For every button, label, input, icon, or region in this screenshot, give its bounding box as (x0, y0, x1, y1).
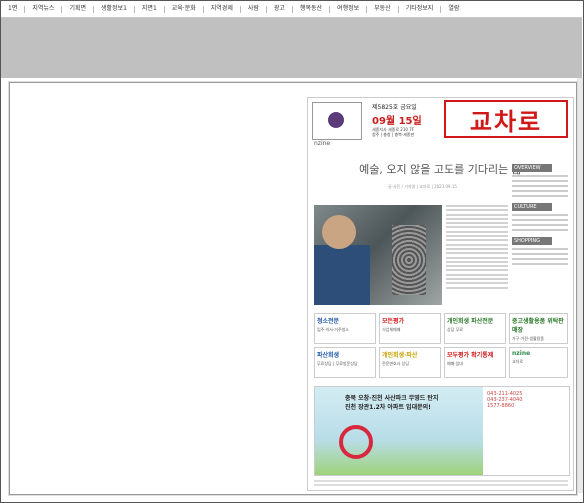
issue-detail: 청주 | 충청 | 충북·세종판 (372, 132, 415, 137)
section-menu-bar: 1면 지역뉴스 기획면 생활정보1 지면1 교육·문화 지역경제 사람 광고 행… (1, 1, 582, 18)
brand-text: 교차로 (469, 107, 543, 136)
issue-info: 제5825호 금요일 09월 15일 세종지사 세종로 210 7F 청주 | … (372, 102, 422, 137)
vertical-scrollbar[interactable] (577, 78, 583, 493)
page-viewer: 제5825호 금요일 09월 15일 세종지사 세종로 210 7F 청주 | … (9, 82, 577, 495)
ad-box[interactable]: 중고생활용품 위탁판매장 가구·가전·생활용품 (509, 313, 568, 344)
menu-item[interactable]: 부동산 (367, 1, 398, 17)
banner-contact: 043-211-4025 043-237-4040 1577-8860 (483, 387, 569, 475)
banner-text: 충북 오창·진천 사산파크 무영드 탄지 (345, 395, 439, 402)
ad-box[interactable]: 청소전문 입주·이사·거주청소 (314, 313, 376, 344)
mascot-ad (312, 102, 362, 140)
menu-item[interactable]: 열람 (441, 1, 466, 17)
phone-number: 1577-8860 (487, 403, 515, 409)
side-label[interactable]: OVERVIEW (512, 164, 552, 172)
ad-box[interactable]: 파산회생 무료상담 | 무료방문상담 (314, 347, 376, 378)
ad-box[interactable]: nzine 교차로 (509, 347, 568, 378)
article-body (446, 205, 508, 305)
menu-item[interactable]: 1면 (1, 1, 24, 17)
ad-box[interactable]: 모든평가 식업체매매 (379, 313, 441, 344)
mascot-icon (328, 112, 344, 128)
menu-item[interactable]: 생활정보1 (94, 1, 134, 17)
side-column: OVERVIEW CULTURE SHOPPING (512, 158, 568, 310)
banner-text: 진천 장관1.2차 아파트 입대문의! (345, 404, 431, 411)
person-figure (314, 245, 370, 305)
side-label[interactable]: CULTURE (512, 203, 552, 211)
menu-item[interactable]: 지역경제 (204, 1, 240, 17)
menu-item[interactable]: 광고 (267, 1, 292, 17)
side-label[interactable]: SHOPPING (512, 237, 552, 245)
article-photo[interactable] (314, 205, 442, 305)
menu-item[interactable]: 여행정보 (330, 1, 366, 17)
menu-item[interactable]: 사람 (241, 1, 266, 17)
ad-box[interactable]: 모두평가 확기통제 매매·임대 (444, 347, 506, 378)
menu-item[interactable]: 지면1 (135, 1, 164, 17)
ad-box[interactable]: 개인회생 파산전문 상담 무료 (444, 313, 506, 344)
menu-item[interactable]: 지역뉴스 (25, 1, 61, 17)
menu-item[interactable]: 기타정보지 (399, 1, 441, 17)
toolbar-area (1, 18, 582, 78)
newspaper-logo: 교차로 (444, 100, 568, 138)
page-footer (314, 478, 568, 486)
apartment-banner-ad[interactable]: 충북 오창·진천 사산파크 무영드 탄지 진천 장관1.2차 아파트 입대문의!… (314, 386, 570, 476)
menu-item[interactable]: 행복동산 (293, 1, 329, 17)
issue-number: 제5825호 금요일 (372, 104, 417, 111)
nzine-label: nzine (314, 140, 331, 147)
issue-date: 09월 15일 (372, 116, 422, 127)
heart-sculpture-icon (339, 425, 373, 459)
banner-image: 충북 오창·진천 사산파크 무영드 탄지 진천 장관1.2차 아파트 입대문의! (315, 387, 483, 475)
menu-item[interactable]: 교육·문화 (165, 1, 203, 17)
ad-box[interactable]: 개인회생·파산 전문변호사 상담 (379, 347, 441, 378)
person-head (322, 215, 356, 249)
menu-item[interactable]: 기획면 (62, 1, 93, 17)
newspaper-page[interactable]: 제5825호 금요일 09월 15일 세종지사 세종로 210 7F 청주 | … (307, 97, 574, 491)
ad-grid: 청소전문 입주·이사·거주청소 모든평가 식업체매매 개인회생 파산전문 상담 무료 … (314, 313, 568, 381)
article-byline: 글·사진 / 기자명 | 교차로 | 2023.09.15 (388, 184, 457, 189)
sculpture-image (392, 225, 426, 295)
